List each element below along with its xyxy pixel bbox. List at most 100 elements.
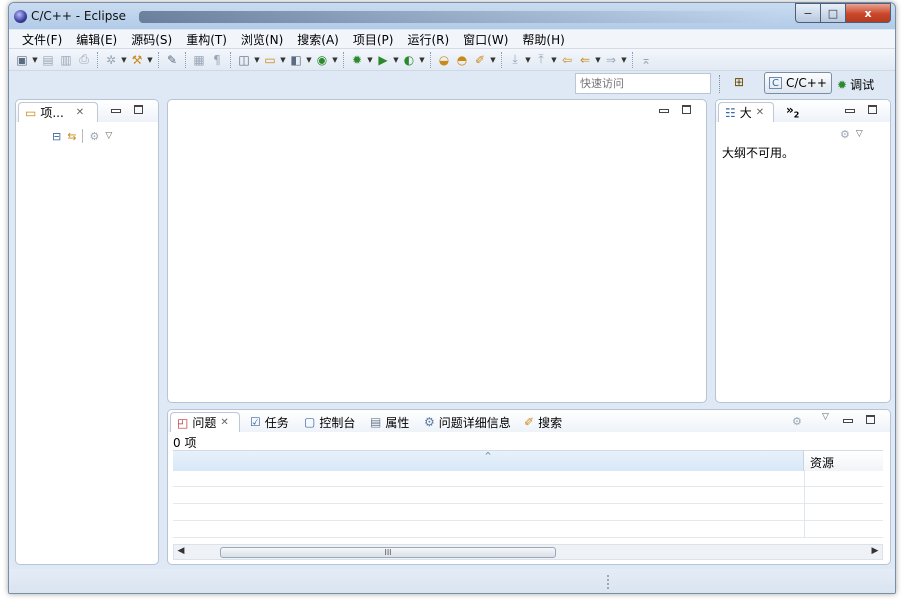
new-cpp-project-icon[interactable]: ◫ xyxy=(235,51,253,69)
minimize-editor-button[interactable] xyxy=(658,105,669,115)
toggle-mark-icon[interactable]: ✎ xyxy=(163,51,181,69)
maximize-button[interactable]: □ xyxy=(820,3,846,23)
tab-problem-details[interactable]: ⚙ 问题详细信息 xyxy=(418,412,517,432)
tab-outline[interactable]: ☷ 大 ✕ xyxy=(718,102,774,122)
save-all-icon[interactable]: ▥ xyxy=(57,51,75,69)
new-class-dropdown-icon[interactable]: ▼ xyxy=(331,51,339,69)
view-menu-chevron-down-icon[interactable]: ▽ xyxy=(105,131,112,141)
search-pen-icon[interactable]: ✐ xyxy=(471,51,489,69)
toggle-block-icon[interactable]: ▦ xyxy=(190,51,208,69)
column-resource-header[interactable]: 资源 xyxy=(804,451,883,471)
quick-access-input[interactable] xyxy=(575,73,711,94)
prev-annotation-icon[interactable]: ⤒ xyxy=(532,51,550,69)
problem-details-icon: ⚙ xyxy=(424,415,435,429)
close-button[interactable]: x xyxy=(845,3,891,23)
print-icon[interactable]: ⎙ xyxy=(75,51,93,69)
new-folder-dropdown-icon[interactable]: ▼ xyxy=(279,51,287,69)
tab-search[interactable]: ✐ 搜索 xyxy=(518,412,568,432)
perspective-separator xyxy=(719,75,720,93)
next-annotation-icon[interactable]: ⤓ xyxy=(506,51,524,69)
perspective-debug-button[interactable]: ✹ 调试 xyxy=(837,76,874,93)
new-class-icon[interactable]: ◉ xyxy=(313,51,331,69)
problems-item-count: 0 项 xyxy=(173,436,197,450)
perspective-cpp-button[interactable]: C C/C++ xyxy=(764,72,832,94)
minimize-view-button[interactable] xyxy=(844,105,855,115)
debug-icon[interactable]: ✹ xyxy=(348,51,366,69)
new-cpp-project-dropdown-icon[interactable]: ▼ xyxy=(253,51,261,69)
view-menu-chevron-down-icon[interactable]: ▽ xyxy=(822,412,829,422)
outline-unavailable-message: 大纲不可用。 xyxy=(722,146,795,160)
new-source-icon[interactable]: ◧ xyxy=(287,51,305,69)
open-type-icon[interactable]: ◒ xyxy=(435,51,453,69)
tab-problems[interactable]: ◰ 问题 ✕ xyxy=(170,412,240,432)
menu-window[interactable]: 窗口(W) xyxy=(456,31,515,48)
new-icon[interactable]: ▣ xyxy=(13,51,31,69)
back-dropdown-icon[interactable]: ▼ xyxy=(594,51,602,69)
horizontal-scrollbar[interactable]: ◀ III ▶ xyxy=(173,544,883,560)
tab-properties[interactable]: ▤ 属性 xyxy=(364,412,415,432)
open-folder-icon[interactable]: ◓ xyxy=(453,51,471,69)
maximize-view-button[interactable] xyxy=(134,105,144,115)
new-source-dropdown-icon[interactable]: ▼ xyxy=(305,51,313,69)
menu-help[interactable]: 帮助(H) xyxy=(515,31,571,48)
tab-console[interactable]: ▢ 控制台 xyxy=(298,412,361,432)
status-bar-grip[interactable] xyxy=(607,575,609,589)
view-menu-gear-icon[interactable]: ⚙ xyxy=(840,128,850,141)
maximize-view-button[interactable] xyxy=(868,105,878,115)
title-bar[interactable]: C/C++ - Eclipse − □ x xyxy=(9,3,895,29)
pilcrow-icon[interactable]: ¶ xyxy=(208,51,226,69)
collapse-all-icon[interactable]: ⊟ xyxy=(52,130,61,143)
menu-refactor[interactable]: 重构(T) xyxy=(179,31,234,48)
menu-edit[interactable]: 编辑(E) xyxy=(69,31,124,48)
new-folder-icon[interactable]: ▭ xyxy=(261,51,279,69)
scroll-right-icon[interactable]: ▶ xyxy=(868,546,882,556)
back-icon[interactable]: ⇐ xyxy=(576,51,594,69)
build-dropdown-icon[interactable]: ▼ xyxy=(120,51,128,69)
debug-dropdown-icon[interactable]: ▼ xyxy=(366,51,374,69)
build-config-icon[interactable]: ⚒ xyxy=(128,51,146,69)
view-menu-chevron-down-icon[interactable]: ▽ xyxy=(856,129,863,139)
new-dropdown-icon[interactable]: ▼ xyxy=(31,51,39,69)
minimize-button[interactable]: − xyxy=(795,3,821,23)
close-icon[interactable]: ✕ xyxy=(220,417,228,428)
outline-tools: ⚙ ▽ xyxy=(840,126,863,142)
open-perspective-icon[interactable]: ⊞ xyxy=(734,75,750,91)
close-icon[interactable]: ✕ xyxy=(756,107,764,118)
menu-source[interactable]: 源码(S) xyxy=(124,31,179,48)
table-row xyxy=(173,470,883,487)
view-overflow-chevron[interactable]: »2 xyxy=(786,103,799,119)
editor-area[interactable] xyxy=(167,99,707,403)
run-icon[interactable]: ▶ xyxy=(374,51,392,69)
search-pen-dropdown-icon[interactable]: ▼ xyxy=(489,51,497,69)
maximize-editor-button[interactable] xyxy=(682,105,692,115)
build-config-dropdown-icon[interactable]: ▼ xyxy=(146,51,154,69)
save-icon[interactable]: ▤ xyxy=(39,51,57,69)
menu-run[interactable]: 运行(R) xyxy=(400,31,456,48)
last-edit-icon[interactable]: ⇦ xyxy=(558,51,576,69)
menu-project[interactable]: 项目(P) xyxy=(346,31,401,48)
view-menu-gear-icon[interactable]: ⚙ xyxy=(89,130,99,143)
next-annotation-dropdown-icon[interactable]: ▼ xyxy=(524,51,532,69)
link-editor-icon[interactable]: ⇆ xyxy=(67,130,76,143)
menu-search[interactable]: 搜索(A) xyxy=(290,31,346,48)
run-dropdown-icon[interactable]: ▼ xyxy=(392,51,400,69)
close-icon[interactable]: ✕ xyxy=(76,107,84,118)
view-menu-gear-icon[interactable]: ⚙ xyxy=(792,415,802,428)
tab-project-explorer[interactable]: ▭ 项... ✕ xyxy=(18,102,98,122)
forward-dropdown-icon[interactable]: ▼ xyxy=(620,51,628,69)
column-description-header[interactable]: ^ xyxy=(173,451,804,471)
prev-annotation-dropdown-icon[interactable]: ▼ xyxy=(550,51,558,69)
maximize-view-button[interactable] xyxy=(866,415,876,425)
minimize-view-button[interactable] xyxy=(842,415,853,425)
menu-navigate[interactable]: 浏览(N) xyxy=(234,31,290,48)
build-icon[interactable]: ✲ xyxy=(102,51,120,69)
menu-file[interactable]: 文件(F) xyxy=(15,31,69,48)
pin-icon[interactable]: ⌅ xyxy=(637,51,655,69)
minimize-view-button[interactable] xyxy=(110,105,121,115)
external-tools-dropdown-icon[interactable]: ▼ xyxy=(418,51,426,69)
tab-tasks[interactable]: ☑ 任务 xyxy=(244,412,295,432)
external-tools-icon[interactable]: ◐ xyxy=(400,51,418,69)
scrollbar-thumb[interactable]: III xyxy=(220,547,556,558)
scroll-left-icon[interactable]: ◀ xyxy=(174,546,188,556)
forward-icon[interactable]: ⇒ xyxy=(602,51,620,69)
